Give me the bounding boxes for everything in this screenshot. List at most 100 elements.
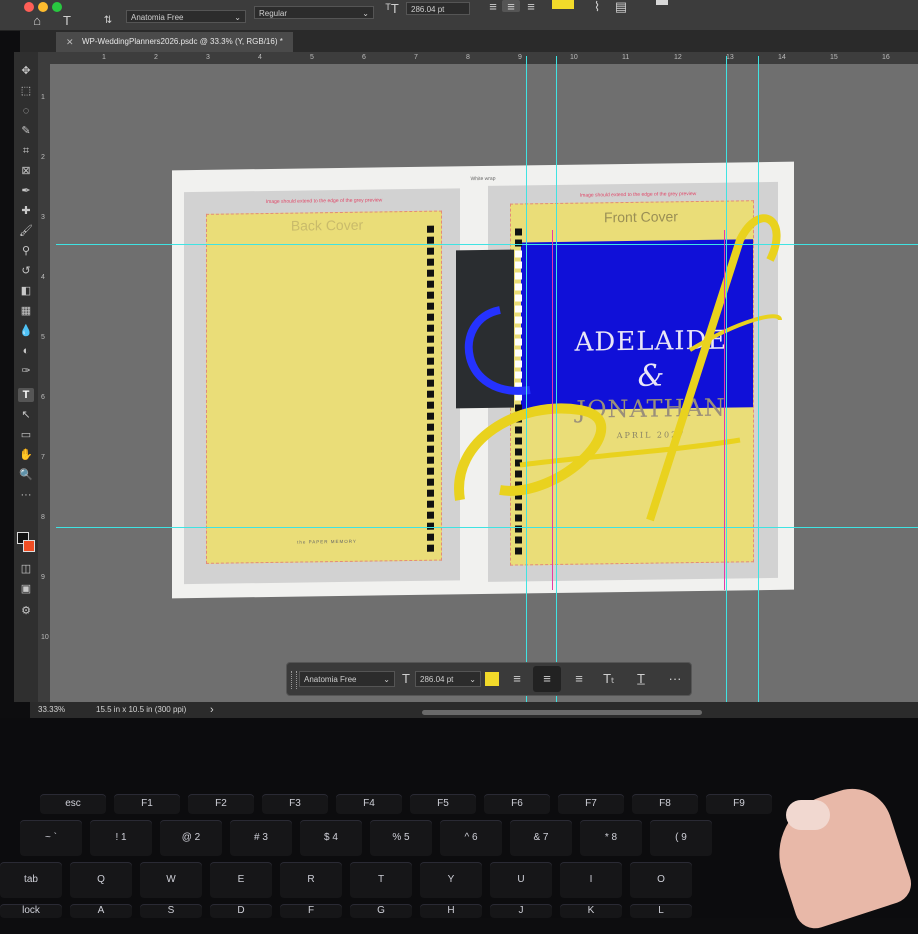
- monogram-text-layer[interactable]: [440, 200, 800, 540]
- marquee-tool-icon[interactable]: ⬚: [18, 84, 34, 98]
- keyboard-key[interactable]: @ 2: [160, 820, 222, 856]
- keyboard-key[interactable]: F5: [410, 794, 476, 814]
- align-center-button[interactable]: ≡: [533, 666, 561, 692]
- keyboard-key[interactable]: ^ 6: [440, 820, 502, 856]
- pen-tool-icon[interactable]: ✑: [18, 364, 34, 378]
- keyboard-key[interactable]: $ 4: [300, 820, 362, 856]
- close-window-button[interactable]: [24, 2, 34, 12]
- keyboard-key[interactable]: K: [560, 904, 622, 918]
- keyboard-key[interactable]: U: [490, 862, 552, 898]
- keyboard-key[interactable]: I: [560, 862, 622, 898]
- rectangle-tool-icon[interactable]: ▭: [18, 428, 34, 442]
- keyboard-key[interactable]: E: [210, 862, 272, 898]
- zoom-level[interactable]: 33.33%: [38, 702, 65, 718]
- ctx-color-swatch[interactable]: [485, 672, 499, 686]
- cancel-button[interactable]: [656, 0, 668, 5]
- gradient-tool-icon[interactable]: ▦: [18, 304, 34, 318]
- keyboard-key[interactable]: H: [420, 904, 482, 918]
- keyboard-key[interactable]: ~ `: [20, 820, 82, 856]
- home-icon[interactable]: ⌂: [30, 14, 44, 28]
- quick-mask-icon[interactable]: ◫: [18, 562, 34, 576]
- zoom-window-button[interactable]: [52, 2, 62, 12]
- path-select-icon[interactable]: ↖: [18, 408, 34, 422]
- align-right-icon[interactable]: ≡: [571, 672, 587, 686]
- drag-handle-icon[interactable]: [291, 671, 297, 689]
- keyboard-key[interactable]: A: [70, 904, 132, 918]
- keyboard-key[interactable]: & 7: [510, 820, 572, 856]
- screen-mode-icon[interactable]: ▣: [18, 582, 34, 596]
- status-menu-arrow[interactable]: ›: [210, 702, 214, 718]
- keyboard-key[interactable]: tab: [0, 862, 62, 898]
- guide-vertical[interactable]: [526, 56, 527, 716]
- move-tool-icon[interactable]: ✥: [18, 64, 34, 78]
- frame-tool-icon[interactable]: ⊠: [18, 164, 34, 178]
- dodge-tool-icon[interactable]: ◐: [18, 344, 34, 358]
- guide-vertical[interactable]: [726, 56, 727, 716]
- keyboard-key[interactable]: esc: [40, 794, 106, 814]
- type-tool-icon[interactable]: T: [60, 14, 74, 28]
- keyboard-key[interactable]: D: [210, 904, 272, 918]
- text-orientation-icon[interactable]: ⇅: [100, 14, 116, 28]
- keyboard-key[interactable]: F6: [484, 794, 550, 814]
- keyboard-key[interactable]: J: [490, 904, 552, 918]
- history-brush-icon[interactable]: ↺: [18, 264, 34, 278]
- blur-tool-icon[interactable]: 💧: [18, 324, 34, 338]
- background-color-swatch[interactable]: [23, 540, 35, 552]
- guide-horizontal[interactable]: [56, 244, 918, 245]
- keyboard-key[interactable]: F2: [188, 794, 254, 814]
- more-tools-icon[interactable]: ···: [18, 488, 34, 502]
- ctx-font-select[interactable]: Anatomia Free ⌄: [299, 671, 395, 687]
- keyboard-key[interactable]: Q: [70, 862, 132, 898]
- guide-vertical[interactable]: [556, 56, 557, 716]
- keyboard-key[interactable]: T: [350, 862, 412, 898]
- keyboard-key[interactable]: F3: [262, 794, 328, 814]
- keyboard-key[interactable]: % 5: [370, 820, 432, 856]
- document-tab[interactable]: ✕ WP-WeddingPlanners2026.psdc @ 33.3% (Y…: [56, 32, 293, 52]
- minimize-window-button[interactable]: [38, 2, 48, 12]
- keyboard-key[interactable]: * 8: [580, 820, 642, 856]
- quick-select-icon[interactable]: ✎: [18, 124, 34, 138]
- keyboard-key[interactable]: F9: [706, 794, 772, 814]
- align-center-button[interactable]: ≡: [502, 0, 520, 14]
- ctx-size-field[interactable]: 286.04 pt ⌄: [415, 671, 481, 687]
- hand-tool-icon[interactable]: ✋: [18, 448, 34, 462]
- eyedropper-icon[interactable]: ✒: [18, 184, 34, 198]
- keyboard-key[interactable]: S: [140, 904, 202, 918]
- keyboard-key[interactable]: G: [350, 904, 412, 918]
- zoom-tool-icon[interactable]: 🔍: [18, 468, 34, 482]
- guide-horizontal[interactable]: [56, 527, 918, 528]
- character-panel-icon[interactable]: ▤: [614, 0, 628, 14]
- align-right-icon[interactable]: ≡: [524, 0, 538, 14]
- crop-tool-icon[interactable]: ⌗: [18, 144, 34, 158]
- font-style-select[interactable]: Regular ⌄: [254, 6, 374, 19]
- keyboard-key[interactable]: W: [140, 862, 202, 898]
- align-left-icon[interactable]: ≡: [486, 0, 500, 14]
- font-family-select[interactable]: Anatomia Free ⌄: [126, 10, 246, 23]
- keyboard-key[interactable]: O: [630, 862, 692, 898]
- eraser-tool-icon[interactable]: ◧: [18, 284, 34, 298]
- keyboard-key[interactable]: F: [280, 904, 342, 918]
- keyboard-key[interactable]: # 3: [230, 820, 292, 856]
- text-transform-icon[interactable]: Tₜ: [601, 672, 617, 686]
- align-left-icon[interactable]: ≡: [509, 672, 525, 686]
- share-icon[interactable]: ⚙: [18, 604, 34, 618]
- keyboard-key[interactable]: F1: [114, 794, 180, 814]
- brush-tool-icon[interactable]: 🖌: [18, 224, 34, 238]
- keyboard-key[interactable]: lock: [0, 904, 62, 918]
- more-options-button[interactable]: ···: [667, 672, 683, 686]
- close-tab-icon[interactable]: ✕: [66, 32, 74, 52]
- warp-text-icon[interactable]: ⌇: [590, 0, 604, 14]
- clone-stamp-icon[interactable]: ⚲: [18, 244, 34, 258]
- keyboard-key[interactable]: F4: [336, 794, 402, 814]
- healing-brush-icon[interactable]: ✚: [18, 204, 34, 218]
- keyboard-key[interactable]: R: [280, 862, 342, 898]
- font-size-field[interactable]: 286.04 pt: [406, 2, 470, 15]
- type-tool-icon[interactable]: T: [18, 388, 34, 402]
- keyboard-key[interactable]: F8: [632, 794, 698, 814]
- keyboard-key[interactable]: Y: [420, 862, 482, 898]
- keyboard-key[interactable]: ( 9: [650, 820, 712, 856]
- keyboard-key[interactable]: F7: [558, 794, 624, 814]
- text-color-swatch[interactable]: [552, 0, 574, 9]
- guide-vertical[interactable]: [758, 56, 759, 716]
- keyboard-key[interactable]: ! 1: [90, 820, 152, 856]
